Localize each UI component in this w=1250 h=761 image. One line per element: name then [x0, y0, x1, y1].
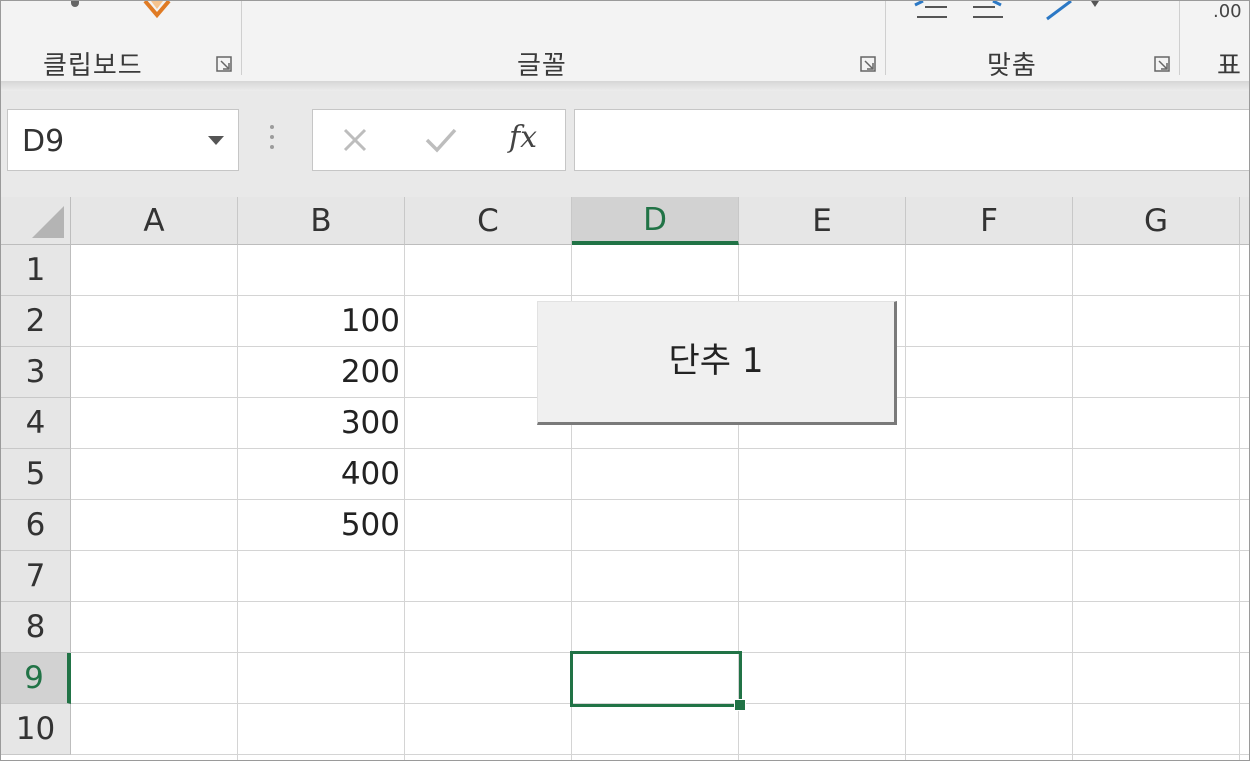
- formula-bar-resize-handle-icon[interactable]: [269, 125, 275, 155]
- confirm-entry-icon[interactable]: [421, 122, 461, 158]
- row-header-9[interactable]: 9: [1, 653, 71, 704]
- cell-b3[interactable]: 200: [238, 347, 400, 398]
- row-header-3[interactable]: 3: [1, 347, 71, 398]
- ribbon-shadow: [1, 81, 1249, 91]
- column-header-d[interactable]: D: [572, 197, 739, 245]
- column-header-f[interactable]: F: [906, 197, 1073, 245]
- column-header-a[interactable]: A: [71, 197, 238, 245]
- group-separator: [241, 1, 242, 75]
- group-label-alignment: 맞춤: [987, 51, 1037, 81]
- form-control-button[interactable]: 단추 1: [537, 301, 897, 425]
- align-left-icon[interactable]: [913, 1, 949, 21]
- select-all-button[interactable]: [1, 197, 71, 245]
- row-header-10[interactable]: 10: [1, 704, 71, 755]
- row-header-4[interactable]: 4: [1, 398, 71, 449]
- formula-bar-area: D9 fx: [1, 91, 1249, 197]
- align-center-icon[interactable]: [969, 1, 1005, 21]
- column-header-c[interactable]: C: [405, 197, 572, 245]
- name-box[interactable]: D9: [7, 109, 239, 171]
- formula-input[interactable]: [574, 109, 1249, 171]
- row-header-1[interactable]: 1: [1, 245, 71, 296]
- font-dialog-launcher-icon[interactable]: [859, 55, 877, 73]
- cut-icon-fragment[interactable]: [71, 1, 79, 7]
- formula-bar-buttons: fx: [312, 109, 566, 171]
- name-box-dropdown-icon[interactable]: [208, 136, 224, 145]
- insert-function-icon[interactable]: fx: [509, 120, 537, 155]
- ribbon: .00 클립보드 글꼴 맞춤 표: [1, 1, 1249, 85]
- column-header-b[interactable]: B: [238, 197, 405, 245]
- clipboard-dialog-launcher-icon[interactable]: [215, 55, 233, 73]
- cell-b5[interactable]: 400: [238, 449, 400, 500]
- cell-b2[interactable]: 100: [238, 296, 400, 347]
- column-header-h[interactable]: [1240, 197, 1249, 245]
- worksheet-grid: A B C D E F G 1 2 3 4 5 6 7 8 9 10 100 2…: [1, 197, 1249, 760]
- active-cell-d9[interactable]: [570, 651, 742, 707]
- cancel-entry-icon[interactable]: [337, 122, 373, 158]
- row-header-7[interactable]: 7: [1, 551, 71, 602]
- group-label-number: 표: [1217, 51, 1242, 81]
- group-separator: [1179, 1, 1180, 75]
- group-label-font: 글꼴: [517, 51, 567, 81]
- number-format-fragment[interactable]: .00: [1213, 1, 1242, 22]
- row-header-6[interactable]: 6: [1, 500, 71, 551]
- format-painter-icon[interactable]: [139, 1, 179, 23]
- excel-window: .00 클립보드 글꼴 맞춤 표 D9 fx A B C D E F G 1 2…: [0, 0, 1250, 761]
- cell-b4[interactable]: 300: [238, 398, 400, 449]
- orientation-icon[interactable]: [1041, 1, 1103, 23]
- column-header-g[interactable]: G: [1073, 197, 1240, 245]
- row-header-2[interactable]: 2: [1, 296, 71, 347]
- select-all-triangle-icon: [32, 206, 64, 238]
- group-separator: [885, 1, 886, 75]
- fill-handle[interactable]: [734, 699, 746, 711]
- alignment-dialog-launcher-icon[interactable]: [1153, 55, 1171, 73]
- group-label-clipboard: 클립보드: [43, 51, 143, 81]
- name-box-value: D9: [22, 124, 65, 159]
- row-header-8[interactable]: 8: [1, 602, 71, 653]
- row-header-5[interactable]: 5: [1, 449, 71, 500]
- column-header-e[interactable]: E: [739, 197, 906, 245]
- cell-b6[interactable]: 500: [238, 500, 400, 551]
